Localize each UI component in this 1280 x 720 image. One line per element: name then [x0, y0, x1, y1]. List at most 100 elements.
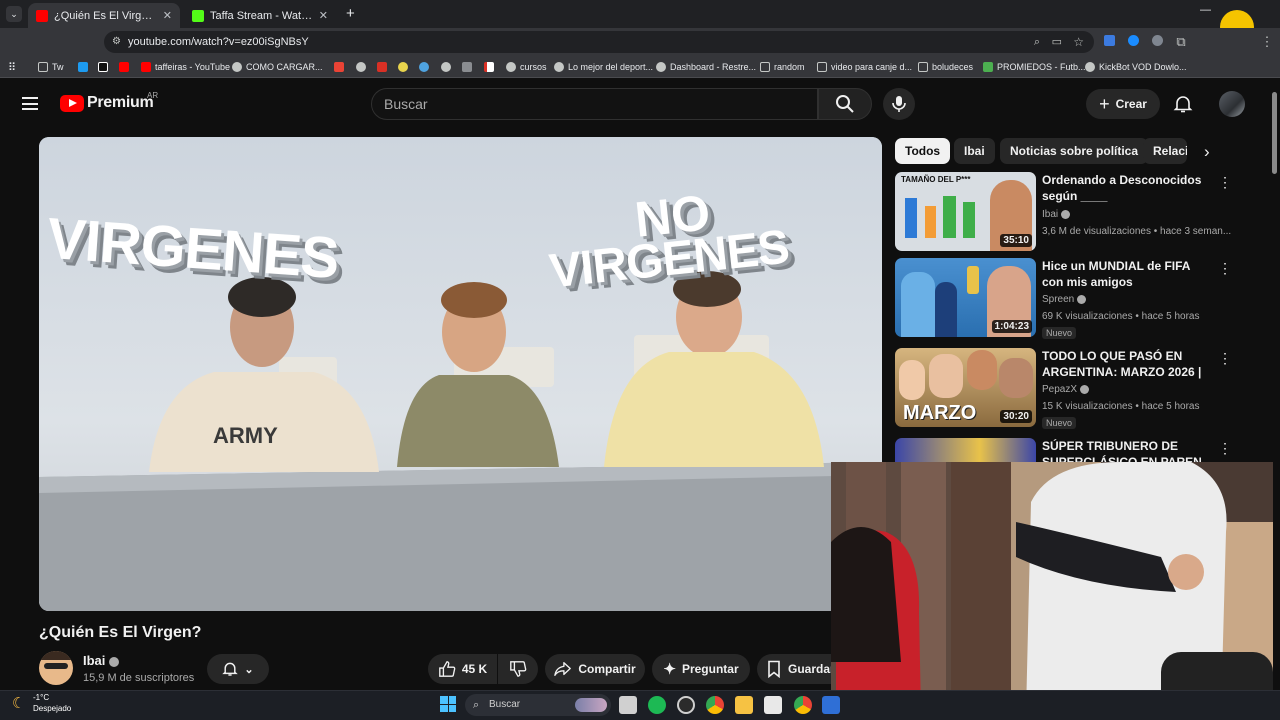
like-button[interactable]: 45 K	[428, 654, 497, 684]
close-tab-icon[interactable]: ✕	[163, 9, 172, 22]
file-explorer-icon[interactable]	[735, 696, 753, 714]
tab-kick[interactable]: Taffa Stream - Watch Live on Ki ✕	[184, 3, 336, 28]
bookmark-tw[interactable]: Tw	[38, 59, 64, 75]
minimize-icon[interactable]: —	[1200, 4, 1211, 16]
video-thumbnail[interactable]: 1:04:23	[895, 258, 1036, 337]
recommendation-channel[interactable]: PepazX	[1042, 384, 1089, 395]
recommendation-item[interactable]: TAMAÑO DEL P*** 35:10 Ordenando a Descon…	[895, 172, 1235, 252]
chip-ibai[interactable]: Ibai	[954, 138, 995, 164]
account-avatar[interactable]	[1219, 91, 1245, 117]
weather-moon-icon[interactable]: ☾	[12, 694, 25, 712]
youtube-icon	[36, 9, 48, 22]
arrow-app-icon[interactable]	[822, 696, 840, 714]
bookmark-red-icon[interactable]	[377, 59, 391, 75]
cast-icon[interactable]: ▭	[1052, 31, 1062, 53]
bookmarks-bar: ⠿ Tw taffeiras - YouTube COMO CARGAR... …	[0, 56, 1280, 78]
channel-avatar[interactable]	[39, 651, 73, 685]
more-options-icon[interactable]: ⋮	[1218, 174, 1232, 191]
bookmark-river-icon[interactable]	[484, 59, 498, 75]
chrome-icon[interactable]	[706, 696, 724, 714]
plus-icon: +	[1099, 94, 1110, 114]
create-button[interactable]: + Crear	[1086, 89, 1160, 119]
ask-button[interactable]: ✦ Preguntar	[652, 654, 750, 684]
notifications-bell-icon[interactable]	[1173, 94, 1193, 114]
chip-relacionados[interactable]: Relacio	[1143, 138, 1187, 164]
spotify-icon[interactable]	[648, 696, 666, 714]
dislike-button[interactable]	[498, 654, 538, 684]
extension-translate-icon[interactable]	[1100, 33, 1118, 51]
youtube-premium-wordmark[interactable]: Premium	[87, 94, 154, 112]
zoom-icon[interactable]: ⌕	[1034, 31, 1040, 53]
bookmark-lo-mejor[interactable]: Lo mejor del deport...	[554, 59, 653, 75]
recommendation-channel[interactable]: Spreen	[1042, 294, 1087, 305]
chrome-profile-icon[interactable]	[794, 696, 812, 714]
chevron-down-icon: ⌄	[244, 663, 254, 676]
video-thumbnail[interactable]: MARZO 30:20	[895, 348, 1036, 427]
store-icon[interactable]	[764, 696, 782, 714]
recommendation-title[interactable]: TODO LO QUE PASÓ EN ARGENTINA: MARZO 202…	[1042, 348, 1210, 382]
extension-globe-icon[interactable]	[1148, 33, 1166, 51]
video-thumbnail[interactable]: TAMAÑO DEL P*** 35:10	[895, 172, 1036, 251]
extension-blue-icon[interactable]	[1124, 33, 1142, 51]
hamburger-menu-icon[interactable]	[22, 97, 38, 110]
taskbar-search[interactable]: ⌕ Buscar	[465, 694, 611, 716]
video-duration: 35:10	[1000, 234, 1032, 247]
bookmark-random[interactable]: random	[760, 59, 805, 75]
bookmark-como-cargar[interactable]: COMO CARGAR...	[232, 59, 323, 75]
obs-icon[interactable]	[677, 696, 695, 714]
recommendation-item[interactable]: MARZO 30:20 TODO LO QUE PASÓ EN ARGENTIN…	[895, 348, 1235, 429]
bookmark-video-canje[interactable]: video para canje d...	[817, 59, 912, 75]
weather-description[interactable]: Despejado	[33, 704, 71, 713]
share-button[interactable]: Compartir	[545, 654, 645, 684]
more-options-icon[interactable]: ⋮	[1218, 440, 1232, 457]
subscribe-notifications-button[interactable]: ⌄	[207, 654, 269, 684]
thumbnail-caption: TAMAÑO DEL P***	[901, 175, 971, 184]
bookmark-kickbot[interactable]: KickBot VOD Dowlo...	[1085, 59, 1187, 75]
youtube-logo-icon[interactable]	[60, 95, 84, 112]
bookmark-twitter-icon[interactable]	[78, 59, 92, 75]
bookmark-gmail-icon[interactable]	[334, 59, 348, 75]
bookmark-yellow-icon[interactable]	[398, 59, 412, 75]
chip-todos[interactable]: Todos	[895, 138, 951, 164]
bookmark-globe2-icon[interactable]	[441, 59, 455, 75]
tab-youtube[interactable]: ¿Quién Es El Virgen? - YouTube ✕	[28, 3, 180, 28]
bookmark-boludeces[interactable]: boludeces	[918, 59, 973, 75]
task-view-icon[interactable]	[619, 696, 637, 714]
bookmark-star-icon[interactable]: ☆	[1073, 31, 1084, 53]
bookmark-gray-icon[interactable]	[462, 59, 476, 75]
bookmark-cursos[interactable]: cursos	[506, 59, 547, 75]
bookmark-globe-icon[interactable]	[356, 59, 370, 75]
search-input[interactable]: Buscar	[371, 88, 818, 120]
voice-search-button[interactable]	[883, 88, 915, 120]
extensions-puzzle-icon[interactable]: ⧉	[1172, 33, 1190, 51]
save-button[interactable]: Guardar	[757, 654, 831, 684]
bookmark-dashboard[interactable]: Dashboard - Restre...	[656, 59, 756, 75]
more-options-icon[interactable]: ⋮	[1218, 260, 1232, 277]
bookmark-youtube-icon[interactable]	[119, 59, 133, 75]
more-options-icon[interactable]: ⋮	[1218, 350, 1232, 367]
new-tab-button[interactable]: +	[346, 5, 355, 22]
recommendation-title[interactable]: Hice un MUNDIAL de FIFA con mis amigos	[1042, 258, 1210, 290]
video-player[interactable]: VIRGENES NO VIRGENES ARMY	[39, 137, 882, 611]
bookmark-taffeiras[interactable]: taffeiras - YouTube	[141, 59, 230, 75]
site-info-icon[interactable]: ⚙	[112, 31, 121, 53]
bookmark-tiktok-icon[interactable]	[98, 59, 112, 75]
channel-name[interactable]: Ibai	[83, 653, 120, 668]
thumbs-up-icon	[438, 661, 456, 677]
recommendation-title[interactable]: Ordenando a Desconocidos según ____	[1042, 172, 1210, 204]
chip-politica[interactable]: Noticias sobre política	[1000, 138, 1149, 164]
search-button[interactable]	[818, 88, 872, 120]
tab-search-button[interactable]: ⌄	[6, 6, 22, 22]
bookmark-blue-icon[interactable]	[419, 59, 433, 75]
recommendation-channel[interactable]: Ibai	[1042, 209, 1070, 220]
menu-dots-icon[interactable]: ⋮	[1258, 33, 1276, 51]
apps-grid-icon[interactable]: ⠿	[8, 59, 16, 75]
start-windows-icon[interactable]	[440, 696, 456, 712]
address-bar[interactable]: ⚙ youtube.com/watch?v=ez00iSgNBsY ⌕ ▭ ☆	[104, 31, 1094, 53]
chevron-right-icon[interactable]: ›	[1204, 142, 1210, 162]
weather-temp[interactable]: -1°C	[33, 693, 49, 702]
bookmark-promiedos[interactable]: PROMIEDOS - Futb...	[983, 59, 1086, 75]
recommendation-item[interactable]: 1:04:23 Hice un MUNDIAL de FIFA con mis …	[895, 258, 1235, 339]
close-tab-icon[interactable]: ✕	[319, 9, 328, 22]
scrollbar-thumb[interactable]	[1272, 92, 1277, 174]
